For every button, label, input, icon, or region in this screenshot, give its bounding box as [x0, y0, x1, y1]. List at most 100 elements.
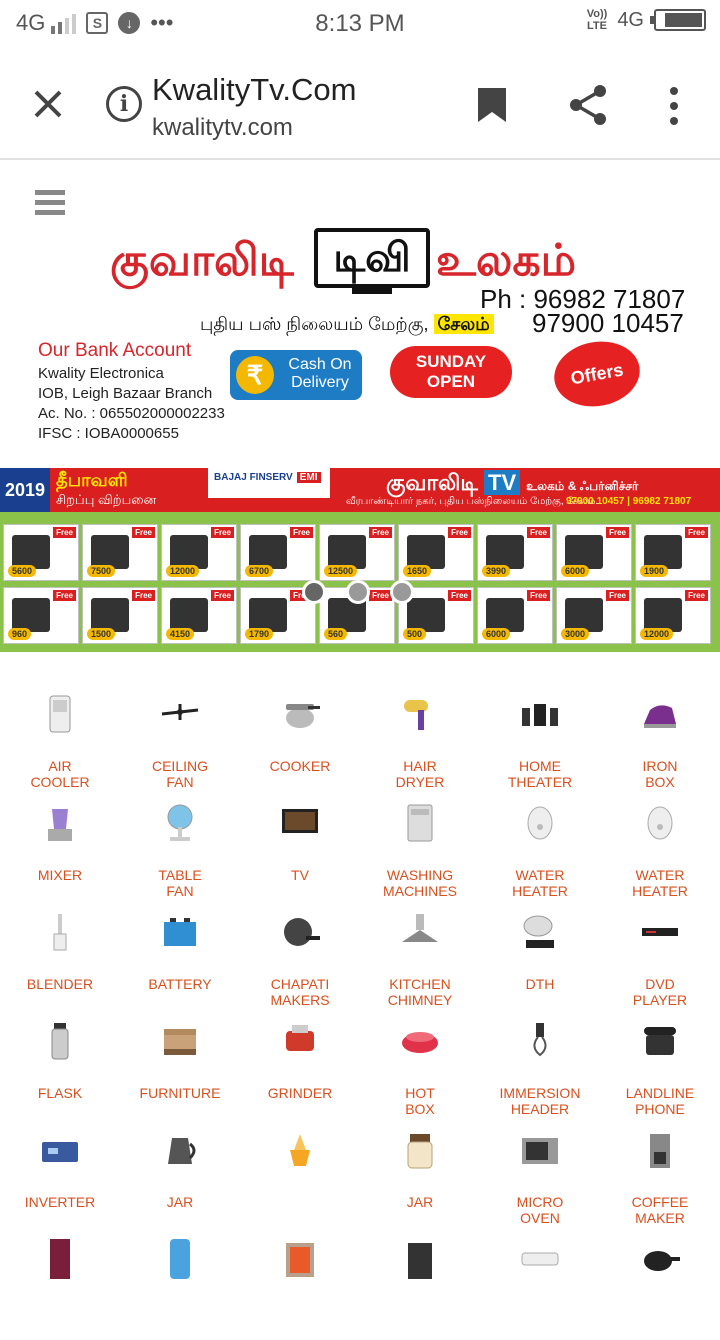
- category-item[interactable]: [240, 1122, 360, 1231]
- category-item[interactable]: WASHING MACHINES: [360, 795, 480, 904]
- offer-product-tile: Free 7500: [82, 524, 158, 581]
- pan-icon: [644, 1251, 680, 1271]
- offer-price: 12000: [640, 628, 674, 640]
- offer-product-tile: Free 960: [3, 587, 79, 644]
- offer-price: 960: [8, 628, 32, 640]
- category-item[interactable]: GRINDER: [240, 1013, 360, 1122]
- category-label: FURNITURE: [139, 1085, 221, 1101]
- table-fan-icon: [167, 804, 193, 841]
- category-label: IRON BOX: [642, 758, 678, 790]
- category-item[interactable]: HAIR DRYER: [360, 686, 480, 795]
- category-label: AIR COOLER: [30, 758, 90, 790]
- category-label: WATER HEATER: [512, 867, 568, 899]
- hamburger-menu-icon[interactable]: [35, 190, 65, 216]
- category-label: BLENDER: [26, 976, 94, 992]
- category-item[interactable]: COOKER: [240, 686, 360, 795]
- product-image: [565, 598, 603, 632]
- category-item[interactable]: FURNITURE: [120, 1013, 240, 1122]
- product-image: [91, 535, 129, 569]
- category-item[interactable]: IMMERSION HEADER: [480, 1013, 600, 1122]
- category-label: MIXER: [37, 867, 83, 883]
- offer-product-tile: Free 6700: [240, 524, 316, 581]
- mixer-icon: [48, 809, 72, 841]
- category-item[interactable]: TV: [240, 795, 360, 904]
- emi-label: EMI: [296, 472, 321, 483]
- offer-phones: 97900 10457 | 96982 71807: [566, 496, 692, 507]
- category-item[interactable]: [360, 1231, 480, 1340]
- share-icon[interactable]: [568, 84, 608, 126]
- overflow-menu-icon[interactable]: [664, 86, 684, 126]
- dvd-player-icon: [642, 928, 678, 936]
- carousel-dot[interactable]: [302, 580, 326, 604]
- category-item[interactable]: MIXER: [0, 795, 120, 904]
- category-item[interactable]: INVERTER: [0, 1122, 120, 1231]
- product-image: [644, 598, 682, 632]
- category-item[interactable]: DVD PLAYER: [600, 904, 720, 1013]
- chapati-maker-icon: [284, 918, 320, 946]
- offer-price: 1790: [245, 628, 274, 640]
- free-badge: Free: [211, 590, 234, 601]
- offer-brand-suffix: உலகம் & ஃபர்னிச்சர்: [526, 479, 639, 493]
- category-item[interactable]: HOME THEATER: [480, 686, 600, 795]
- category-item[interactable]: JAR: [120, 1122, 240, 1231]
- diwali-offer-banner[interactable]: 2019 தீபாவளி சிறப்பு விற்பனை BAJAJ FINSE…: [0, 468, 720, 652]
- category-item[interactable]: [240, 1231, 360, 1340]
- tv-stand-icon: [352, 288, 392, 300]
- category-item[interactable]: COFFEE MAKER: [600, 1122, 720, 1231]
- product-image: [407, 535, 445, 569]
- offer-product-tile: Free 6000: [556, 524, 632, 581]
- carousel-dot[interactable]: [346, 580, 370, 604]
- offer-product-tile: Free 1650: [398, 524, 474, 581]
- close-icon[interactable]: [28, 84, 68, 124]
- offer-product-tile: Free 5600: [3, 524, 79, 581]
- category-item[interactable]: FLASK: [0, 1013, 120, 1122]
- category-item[interactable]: WATER HEATER: [600, 795, 720, 904]
- bookmark-icon[interactable]: [476, 86, 508, 124]
- category-item[interactable]: [480, 1231, 600, 1340]
- category-label: BATTERY: [148, 976, 212, 992]
- category-label: JAR: [406, 1194, 434, 1210]
- network-type-right: 4G: [617, 8, 644, 31]
- offer-product-tile: Free 12000: [635, 587, 711, 644]
- category-item[interactable]: JAR: [360, 1122, 480, 1231]
- carousel-indicator[interactable]: [302, 580, 414, 604]
- offer-brand-tv: TV: [484, 470, 521, 495]
- category-item[interactable]: AIR COOLER: [0, 686, 120, 795]
- category-item[interactable]: CEILING FAN: [120, 686, 240, 795]
- category-item[interactable]: IRON BOX: [600, 686, 720, 795]
- category-item[interactable]: [0, 1231, 120, 1340]
- category-item[interactable]: MICRO OVEN: [480, 1122, 600, 1231]
- offers-badge: Offers: [549, 335, 645, 413]
- bank-name: Kwality Electronica: [38, 365, 164, 382]
- furniture-icon: [164, 1029, 196, 1055]
- flask-icon: [51, 1023, 69, 1060]
- offer-address: வீரபாண்டியார் நகர், புதிய பஸ்நிலையம் மேற…: [346, 496, 599, 507]
- category-item[interactable]: HOT BOX: [360, 1013, 480, 1122]
- offer-product-tile: Free 12500: [319, 524, 395, 581]
- offer-price: 5600: [8, 565, 37, 577]
- category-item[interactable]: CHAPATI MAKERS: [240, 904, 360, 1013]
- jar-icon: [407, 1134, 433, 1169]
- category-item[interactable]: DTH: [480, 904, 600, 1013]
- product-image: [565, 535, 603, 569]
- category-item[interactable]: TABLE FAN: [120, 795, 240, 904]
- category-item[interactable]: BLENDER: [0, 904, 120, 1013]
- category-label: IMMERSION HEADER: [499, 1085, 581, 1117]
- bajaj-finserv-logo: BAJAJ FINSERV EMI: [208, 468, 330, 498]
- category-label: FLASK: [37, 1085, 83, 1101]
- category-item[interactable]: [600, 1231, 720, 1340]
- offer-product-tile: Free 1500: [82, 587, 158, 644]
- blender-icon: [53, 914, 67, 951]
- offer-brand-name: குவாலிடி: [386, 470, 478, 495]
- category-item[interactable]: [120, 1231, 240, 1340]
- category-item[interactable]: BATTERY: [120, 904, 240, 1013]
- micro-oven-icon: [522, 1138, 558, 1164]
- air-conditioner-icon: [521, 1252, 559, 1266]
- category-item[interactable]: WATER HEATER: [480, 795, 600, 904]
- carousel-dot[interactable]: [390, 580, 414, 604]
- iron-box-icon: [644, 705, 676, 728]
- offer-price: 560: [324, 628, 348, 640]
- info-icon[interactable]: i: [106, 86, 142, 122]
- category-item[interactable]: KITCHEN CHIMNEY: [360, 904, 480, 1013]
- category-item[interactable]: LANDLINE PHONE: [600, 1013, 720, 1122]
